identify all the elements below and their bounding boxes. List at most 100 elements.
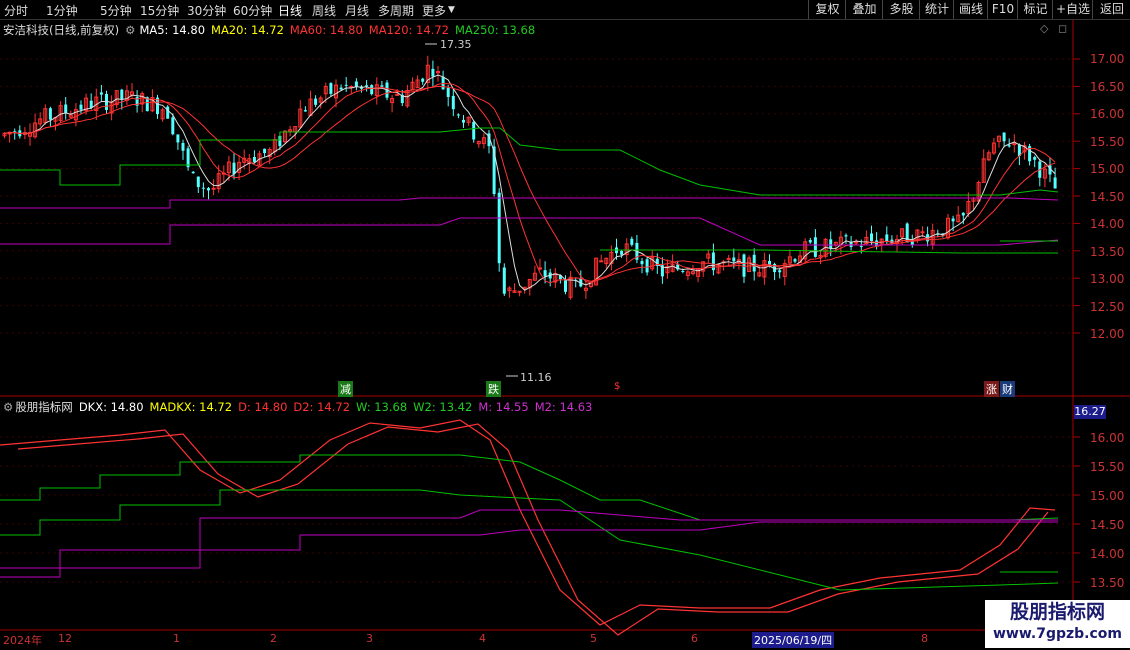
time-label: 2 [270, 632, 277, 645]
time-label: 8 [921, 632, 928, 645]
candle-body [462, 119, 465, 123]
price-tick: 12.00 [1090, 327, 1125, 341]
candle-body [64, 104, 68, 114]
cursor-date-label: 2025/06/19/四 [752, 632, 835, 648]
madkx-label: MADKX: 14.72 [149, 400, 233, 414]
ma5-label: MA5: 14.80 [139, 23, 206, 37]
watermark-logo: 股朋指标网 www.7gpzb.com [985, 600, 1130, 648]
candle-body [451, 95, 455, 110]
candle-body [370, 85, 374, 95]
candle-body [640, 261, 644, 265]
ma250-line [0, 127, 1059, 196]
price-tick: 14.00 [1090, 217, 1125, 231]
rise-marker[interactable]: 涨 [984, 381, 999, 397]
m-line [0, 197, 1059, 209]
ma120-label: MA120: 14.72 [368, 23, 449, 37]
candle-body [196, 176, 200, 188]
indicator-tick: 14.50 [1090, 518, 1125, 532]
price-tick: 13.00 [1090, 272, 1125, 286]
candle-body [920, 231, 925, 234]
time-label: 5 [590, 632, 597, 645]
candle-body [875, 240, 879, 247]
candle-body [630, 238, 634, 245]
indicator-tick: 14.00 [1090, 547, 1125, 561]
candle-body [497, 192, 501, 264]
w-label: W: 13.68 [356, 400, 408, 414]
diamond-icon[interactable]: ◇ [1040, 22, 1048, 35]
m-label: M: 14.55 [478, 400, 529, 414]
indicator-tick: 16.00 [1090, 431, 1125, 445]
time-label: 3 [366, 632, 373, 645]
time-label: 12 [58, 632, 72, 645]
candlesticks [2, 55, 1057, 300]
candle-body [252, 156, 256, 162]
main-legend: 安洁科技(日线,前复权) ⚙ MA5: 14.80 MA20: 14.72 MA60: … [3, 22, 541, 38]
candle-body [365, 85, 369, 87]
candle-body [517, 290, 522, 293]
candle-body [456, 114, 460, 116]
m2-line [0, 217, 1059, 246]
ma250-label: MA250: 13.68 [454, 23, 536, 37]
w2-indicator-line [0, 489, 1059, 591]
finance-marker[interactable]: 财 [1000, 381, 1015, 397]
candle-body [1053, 177, 1057, 189]
candle-body [870, 233, 873, 242]
candle-body [1002, 132, 1006, 142]
watermark-url: www.7gpzb.com [992, 626, 1122, 642]
indicator-title: 股朋指标网 [15, 400, 73, 414]
price-tick: 12.50 [1090, 300, 1125, 314]
candle-body [314, 98, 318, 105]
ma5-line [4, 74, 1056, 291]
candle-body [166, 106, 170, 119]
candle-body [232, 162, 236, 175]
dollar-icon[interactable]: $ [612, 381, 622, 392]
indicator-tick: 15.00 [1090, 489, 1125, 503]
candle-body [829, 239, 833, 249]
candle-body [329, 83, 333, 94]
m-indicator-line [0, 521, 1058, 578]
candle-body [263, 148, 267, 154]
candle-body [99, 92, 103, 95]
candle-body [645, 259, 649, 273]
dkx-label: DKX: 14.80 [78, 400, 144, 414]
kline-chart[interactable] [0, 0, 1130, 650]
candle-body [395, 93, 400, 96]
time-label: 2024年 [3, 634, 42, 647]
reduce-marker[interactable]: 减 [338, 381, 353, 397]
candle-body [380, 85, 384, 87]
candle-body [171, 117, 175, 135]
w2-label: W2: 13.42 [413, 400, 473, 414]
candle-body [211, 187, 216, 190]
m2-indicator-line [0, 509, 1058, 569]
candle-body [1007, 145, 1011, 147]
candle-body [431, 68, 435, 77]
candle-body [502, 267, 506, 294]
ma60-line [4, 85, 1056, 284]
price-tick: 16.50 [1090, 80, 1125, 94]
watermark-title: 股朋指标网 [1009, 601, 1105, 623]
indicator-tick: 13.50 [1090, 576, 1125, 590]
candle-body [961, 212, 965, 216]
time-label: 4 [479, 632, 486, 645]
candle-body [176, 134, 180, 143]
candle-body [191, 171, 195, 174]
drop-marker[interactable]: 跌 [486, 381, 501, 397]
candle-body [859, 245, 863, 247]
price-tick: 16.00 [1090, 107, 1125, 121]
candle-body [339, 87, 343, 90]
candle-body [207, 188, 210, 191]
candle-body [905, 223, 909, 243]
candle-body [543, 270, 547, 277]
d2-label: D2: 14.72 [293, 400, 351, 414]
candle-body [1012, 143, 1017, 146]
settings-icon[interactable]: ⚙ [125, 23, 135, 37]
time-label: 1 [173, 632, 180, 645]
high-price-label: 17.35 [440, 38, 472, 51]
candle-body [742, 254, 746, 277]
settings-icon[interactable]: ⚙ [3, 400, 13, 414]
candle-body [421, 78, 425, 82]
low-price-label: 11.16 [520, 371, 552, 384]
candle-body [48, 108, 52, 120]
expand-icon[interactable]: ◻ [1058, 22, 1067, 35]
candle-body [793, 259, 797, 262]
